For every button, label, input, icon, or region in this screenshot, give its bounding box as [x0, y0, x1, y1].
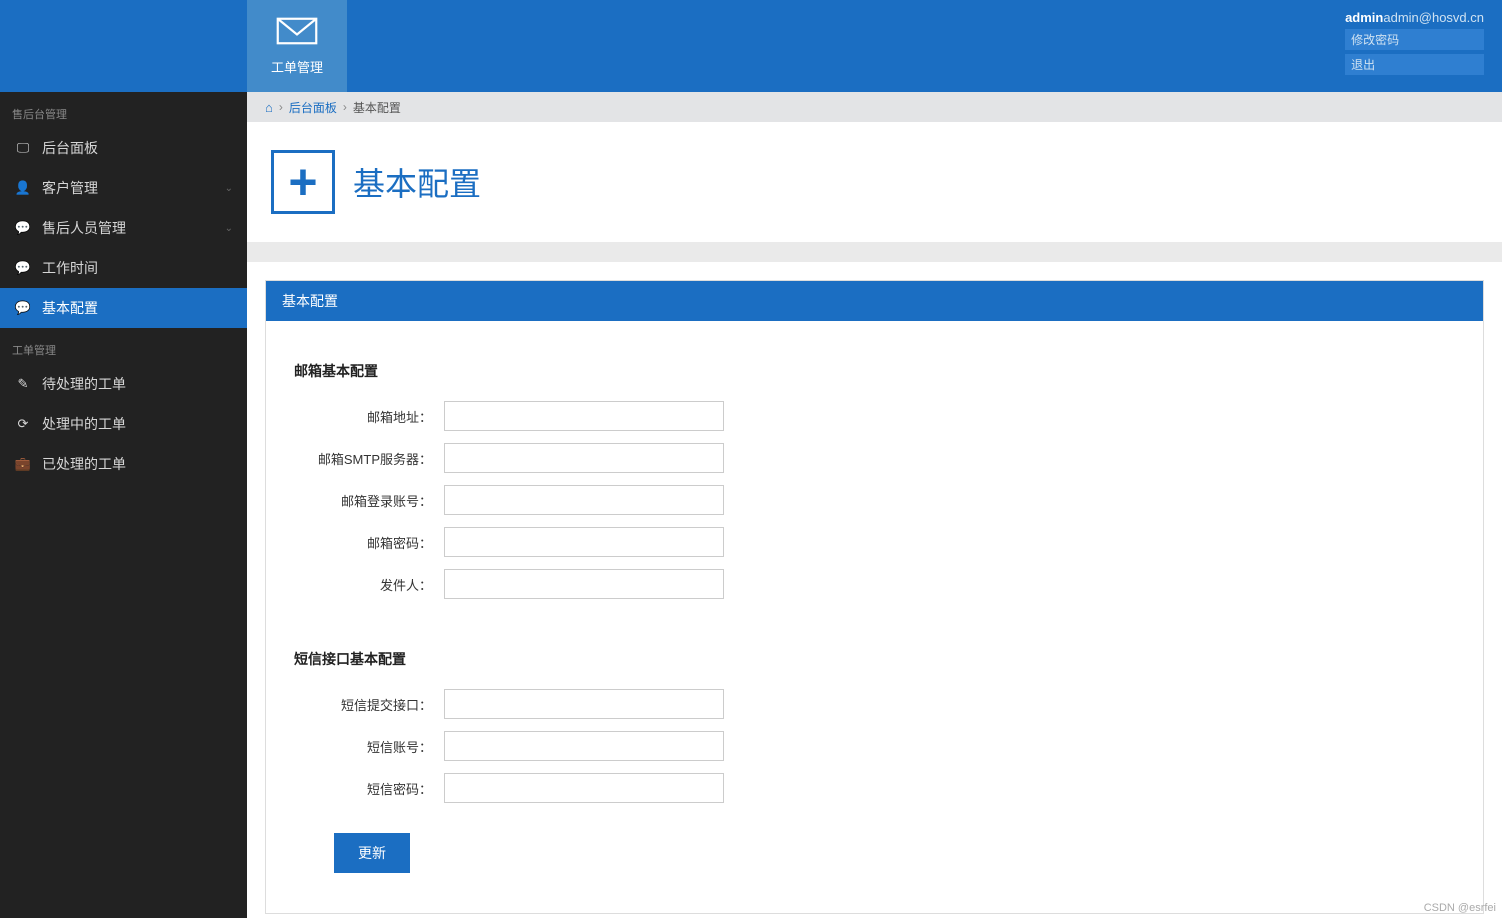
section-sms: 短信接口基本配置: [294, 649, 1455, 669]
breadcrumb-current: 基本配置: [353, 99, 401, 116]
plus-icon: +: [271, 150, 335, 214]
sidebar-item-inprogress[interactable]: ⟳ 处理中的工单: [0, 404, 247, 444]
sidebar-item-done[interactable]: 💼 已处理的工单: [0, 444, 247, 484]
submit-row: 更新: [294, 833, 1455, 873]
sidebar-item-label: 客户管理: [42, 178, 98, 198]
user-email: admin@hosvd.cn: [1383, 10, 1484, 25]
sidebar: 售后台管理 🖵 后台面板 👤 客户管理 ⌄ 💬 售后人员管理 ⌄ 💬 工作时间 …: [0, 92, 247, 918]
input-login[interactable]: [444, 485, 724, 515]
label-password: 邮箱密码：: [294, 533, 444, 552]
sidebar-item-pending[interactable]: ✎ 待处理的工单: [0, 364, 247, 404]
input-password[interactable]: [444, 527, 724, 557]
chat-icon: 💬: [14, 220, 32, 236]
module-tab-ticket[interactable]: 工单管理: [247, 0, 347, 92]
label-smtp: 邮箱SMTP服务器：: [294, 449, 444, 468]
user-info: adminadmin@hosvd.cn: [1345, 10, 1484, 25]
sidebar-item-customers[interactable]: 👤 客户管理 ⌄: [0, 168, 247, 208]
row-smtp: 邮箱SMTP服务器：: [294, 443, 1455, 473]
row-login: 邮箱登录账号：: [294, 485, 1455, 515]
breadcrumb-sep: ›: [279, 100, 283, 114]
sidebar-item-basic-config[interactable]: 💬 基本配置: [0, 288, 247, 328]
topbar-user-area: adminadmin@hosvd.cn 修改密码 退出: [1345, 0, 1502, 92]
row-email-addr: 邮箱地址：: [294, 401, 1455, 431]
pencil-icon: ✎: [14, 376, 32, 392]
label-sms-api: 短信提交接口：: [294, 695, 444, 714]
chevron-down-icon: ⌄: [225, 223, 233, 234]
sidebar-item-label: 后台面板: [42, 138, 98, 158]
home-icon[interactable]: ⌂: [265, 100, 273, 115]
chevron-down-icon: ⌄: [225, 183, 233, 194]
watermark: CSDN @esrfei: [1424, 902, 1496, 914]
label-login: 邮箱登录账号：: [294, 491, 444, 510]
chat-icon: 💬: [14, 260, 32, 276]
module-label: 工单管理: [271, 57, 323, 76]
input-sms-account[interactable]: [444, 731, 724, 761]
sidebar-item-label: 已处理的工单: [42, 454, 126, 474]
sidebar-item-worktime[interactable]: 💬 工作时间: [0, 248, 247, 288]
input-sender[interactable]: [444, 569, 724, 599]
row-password: 邮箱密码：: [294, 527, 1455, 557]
page-title: 基本配置: [353, 159, 481, 205]
sidebar-item-staff[interactable]: 💬 售后人员管理 ⌄: [0, 208, 247, 248]
logout-link[interactable]: 退出: [1345, 54, 1484, 75]
divider: [247, 242, 1502, 262]
row-sms-api: 短信提交接口：: [294, 689, 1455, 719]
panel-title: 基本配置: [266, 281, 1483, 321]
update-button[interactable]: 更新: [334, 833, 410, 873]
input-email-addr[interactable]: [444, 401, 724, 431]
topbar-spacer: [0, 0, 247, 92]
row-sms-pw: 短信密码：: [294, 773, 1455, 803]
row-sender: 发件人：: [294, 569, 1455, 599]
label-sms-account: 短信账号：: [294, 737, 444, 756]
sidebar-item-label: 基本配置: [42, 298, 98, 318]
sidebar-item-label: 待处理的工单: [42, 374, 126, 394]
row-sms-account: 短信账号：: [294, 731, 1455, 761]
sidebar-item-label: 工作时间: [42, 258, 98, 278]
briefcase-icon: 💼: [14, 456, 32, 472]
user-icon: 👤: [14, 180, 32, 196]
mail-icon: [276, 16, 318, 49]
change-password-link[interactable]: 修改密码: [1345, 29, 1484, 50]
label-sms-pw: 短信密码：: [294, 779, 444, 798]
label-email-addr: 邮箱地址：: [294, 407, 444, 426]
main-content: ⌂ › 后台面板 › 基本配置 + 基本配置 基本配置 邮箱基本配置 邮箱地址：…: [247, 92, 1502, 918]
page-header: + 基本配置: [247, 122, 1502, 242]
breadcrumb-link-dashboard[interactable]: 后台面板: [289, 99, 337, 116]
sidebar-item-label: 售后人员管理: [42, 218, 126, 238]
chat-icon: 💬: [14, 300, 32, 316]
user-name: admin: [1345, 10, 1383, 25]
sidebar-group-2: 工单管理: [0, 328, 247, 364]
sidebar-group-1: 售后台管理: [0, 92, 247, 128]
breadcrumb-sep: ›: [343, 100, 347, 114]
refresh-icon: ⟳: [14, 416, 32, 432]
desktop-icon: 🖵: [14, 140, 32, 156]
breadcrumb: ⌂ › 后台面板 › 基本配置: [247, 92, 1502, 122]
sidebar-item-label: 处理中的工单: [42, 414, 126, 434]
label-sender: 发件人：: [294, 575, 444, 594]
topbar: 工单管理 adminadmin@hosvd.cn 修改密码 退出: [0, 0, 1502, 92]
input-sms-pw[interactable]: [444, 773, 724, 803]
sidebar-item-dashboard[interactable]: 🖵 后台面板: [0, 128, 247, 168]
input-sms-api[interactable]: [444, 689, 724, 719]
panel-body: 邮箱基本配置 邮箱地址： 邮箱SMTP服务器： 邮箱登录账号： 邮箱密码：: [266, 321, 1483, 913]
config-panel: 基本配置 邮箱基本配置 邮箱地址： 邮箱SMTP服务器： 邮箱登录账号： 邮箱密…: [265, 280, 1484, 914]
section-email: 邮箱基本配置: [294, 361, 1455, 381]
input-smtp[interactable]: [444, 443, 724, 473]
